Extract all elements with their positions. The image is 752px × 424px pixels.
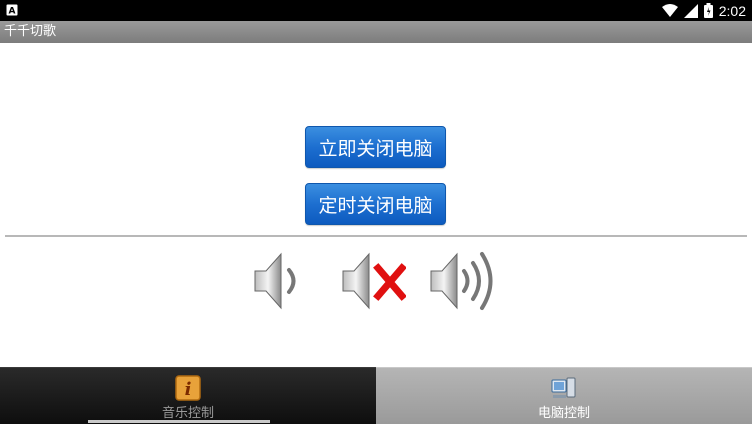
clock: 2:02 bbox=[718, 2, 746, 19]
info-icon: i bbox=[175, 375, 201, 401]
volume-down-button[interactable] bbox=[252, 248, 304, 314]
tab-indicator bbox=[88, 420, 270, 423]
status-right: 2:02 bbox=[661, 0, 746, 21]
speaker-low-icon bbox=[254, 252, 296, 310]
wifi-icon bbox=[661, 3, 678, 17]
tab-music-control[interactable]: i 音乐控制 bbox=[0, 367, 376, 424]
shutdown-now-button[interactable]: 立即关闭电脑 bbox=[305, 126, 446, 168]
volume-up-button[interactable] bbox=[428, 248, 500, 314]
bottom-tab-bar: i 音乐控制 电脑控制 bbox=[0, 367, 752, 424]
app-title: 千千切歌 bbox=[0, 21, 752, 43]
tab-music-label: 音乐控制 bbox=[161, 406, 214, 421]
mute-button[interactable] bbox=[340, 248, 406, 314]
timed-shutdown-button[interactable]: 定时关闭电脑 bbox=[305, 183, 446, 225]
speaker-high-icon bbox=[430, 252, 493, 310]
speaker-mute-icon bbox=[342, 252, 406, 310]
main-content: 立即关闭电脑 定时关闭电脑 bbox=[0, 43, 752, 367]
notification-a-icon: A bbox=[6, 4, 18, 16]
status-bar: A 2:02 bbox=[0, 0, 752, 21]
battery-icon bbox=[703, 3, 713, 18]
divider bbox=[5, 235, 747, 237]
svg-text:i: i bbox=[185, 379, 192, 400]
tab-pc-label: 电脑控制 bbox=[537, 406, 590, 421]
svg-text:A: A bbox=[9, 7, 16, 17]
signal-icon bbox=[683, 3, 698, 18]
tab-pc-control[interactable]: 电脑控制 bbox=[376, 367, 752, 424]
computer-icon bbox=[551, 377, 576, 398]
